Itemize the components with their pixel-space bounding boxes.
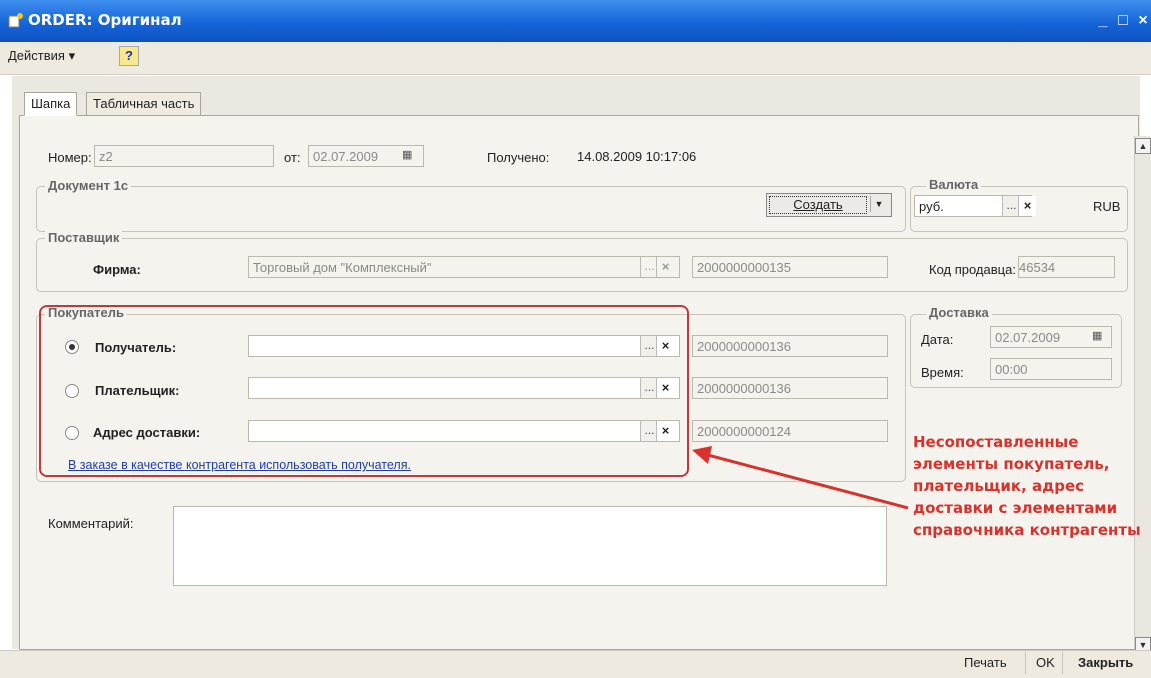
chevron-down-icon[interactable]: ▼	[870, 196, 887, 212]
close-window-button[interactable]: ×	[1134, 12, 1151, 30]
document-1c-title: Документ 1с	[45, 178, 132, 193]
annotation-text: Несопоставленные элементы покупатель, пл…	[913, 433, 1141, 539]
currency-title: Валюта	[926, 177, 982, 192]
minimize-button[interactable]: _	[1094, 12, 1112, 30]
firm-label: Фирма:	[93, 262, 141, 277]
menu-bar	[0, 42, 1151, 75]
firm-clear-icon[interactable]: ×	[656, 257, 674, 277]
received-value: 14.08.2009 10:17:06	[577, 149, 697, 164]
scroll-up-icon[interactable]: ▲	[1135, 138, 1151, 154]
nomer-field[interactable]: z2	[94, 145, 274, 167]
maximize-button[interactable]: □	[1114, 12, 1132, 30]
payer-code-field[interactable]: 2000000000136	[692, 377, 888, 399]
help-button[interactable]: ?	[119, 46, 139, 66]
supplier-title: Поставщик	[45, 230, 123, 245]
delivery-time-field[interactable]: 00:00	[990, 358, 1112, 380]
delivery-calendar-icon[interactable]: ▦	[1092, 329, 1106, 343]
delivery-address-code-field[interactable]: 2000000000124	[692, 420, 888, 442]
currency-clear-icon[interactable]: ×	[1018, 196, 1036, 216]
tab-header[interactable]: Шапка	[24, 92, 78, 116]
window-title: ORDER: Оригинал	[28, 11, 182, 29]
calendar-icon[interactable]: ▦	[402, 148, 416, 162]
received-label: Получено:	[487, 150, 550, 165]
divider	[1025, 652, 1026, 674]
app-icon	[8, 13, 23, 28]
seller-code-label: Код продавца:	[929, 262, 1016, 277]
firm-code-field[interactable]: 2000000000135	[692, 256, 888, 278]
divider	[1062, 652, 1063, 674]
nomer-label: Номер:	[48, 150, 92, 165]
delivery-title: Доставка	[926, 305, 992, 320]
highlight-frame	[39, 305, 689, 477]
tab-table-part[interactable]: Табличная часть	[86, 92, 202, 116]
firm-field[interactable]: Торговый дом "Комплексный"	[248, 256, 680, 278]
ot-label: от:	[284, 150, 301, 165]
print-button[interactable]: Печать	[964, 655, 1007, 670]
currency-code: RUB	[1093, 199, 1121, 214]
recipient-code-field[interactable]: 2000000000136	[692, 335, 888, 357]
close-button[interactable]: Закрыть	[1078, 655, 1133, 670]
comment-label: Комментарий:	[48, 516, 134, 531]
delivery-date-label: Дата:	[921, 332, 954, 347]
create-button[interactable]: Создать	[769, 196, 867, 214]
actions-menu[interactable]: Действия ▾	[8, 48, 75, 64]
create-split-button[interactable]: Создать ▼	[766, 193, 892, 217]
annotation-arrow-icon	[692, 446, 909, 510]
delivery-time-label: Время:	[921, 365, 964, 380]
vertical-scrollbar[interactable]	[1134, 136, 1151, 655]
seller-code-field[interactable]: 46534	[1018, 256, 1115, 278]
ok-button[interactable]: OK	[1036, 655, 1055, 670]
